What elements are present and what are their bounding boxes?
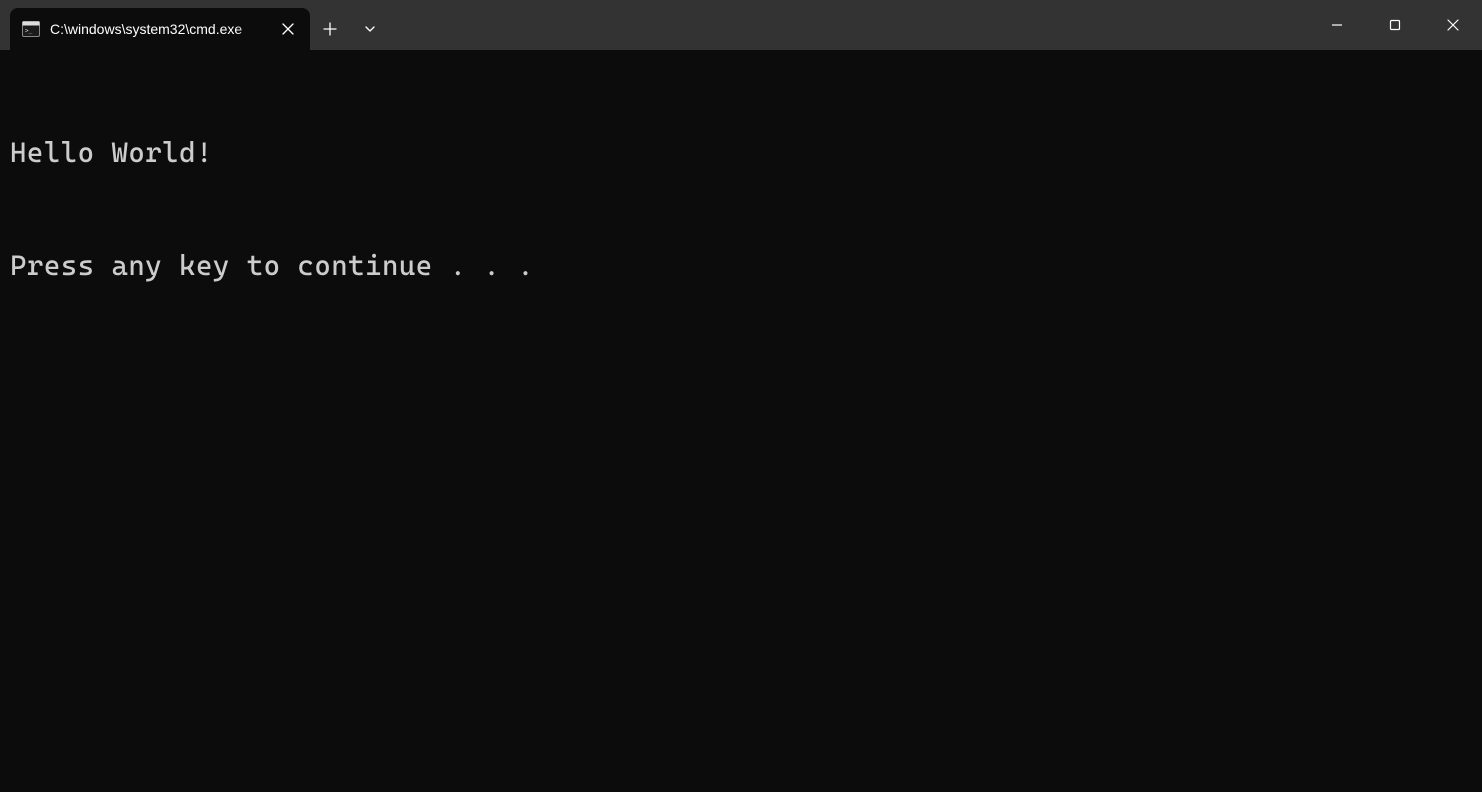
window-close-button[interactable]: [1424, 0, 1482, 50]
maximize-button[interactable]: [1366, 0, 1424, 50]
window-controls: [1308, 0, 1482, 50]
tab-close-button[interactable]: [278, 19, 298, 39]
cmd-icon: >_: [22, 20, 40, 38]
terminal-output[interactable]: Hello World! Press any key to continue .…: [0, 50, 1482, 331]
chevron-down-icon: [363, 22, 377, 36]
minimize-icon: [1331, 19, 1343, 31]
new-tab-button[interactable]: [310, 8, 350, 50]
terminal-line: Hello World!: [10, 134, 1472, 172]
tab-title: C:\windows\system32\cmd.exe: [50, 21, 268, 37]
titlebar-drag-area[interactable]: [390, 0, 1308, 50]
titlebar: >_ C:\windows\system32\cmd.exe: [0, 0, 1482, 50]
maximize-icon: [1389, 19, 1401, 31]
terminal-line: Press any key to continue . . .: [10, 247, 1472, 285]
svg-text:>_: >_: [25, 28, 33, 35]
close-icon: [282, 23, 294, 35]
tab-cmd[interactable]: >_ C:\windows\system32\cmd.exe: [10, 8, 310, 50]
plus-icon: [323, 22, 337, 36]
close-icon: [1447, 19, 1459, 31]
tab-strip: >_ C:\windows\system32\cmd.exe: [0, 0, 310, 50]
tab-dropdown-button[interactable]: [350, 8, 390, 50]
minimize-button[interactable]: [1308, 0, 1366, 50]
new-tab-area: [310, 0, 390, 50]
